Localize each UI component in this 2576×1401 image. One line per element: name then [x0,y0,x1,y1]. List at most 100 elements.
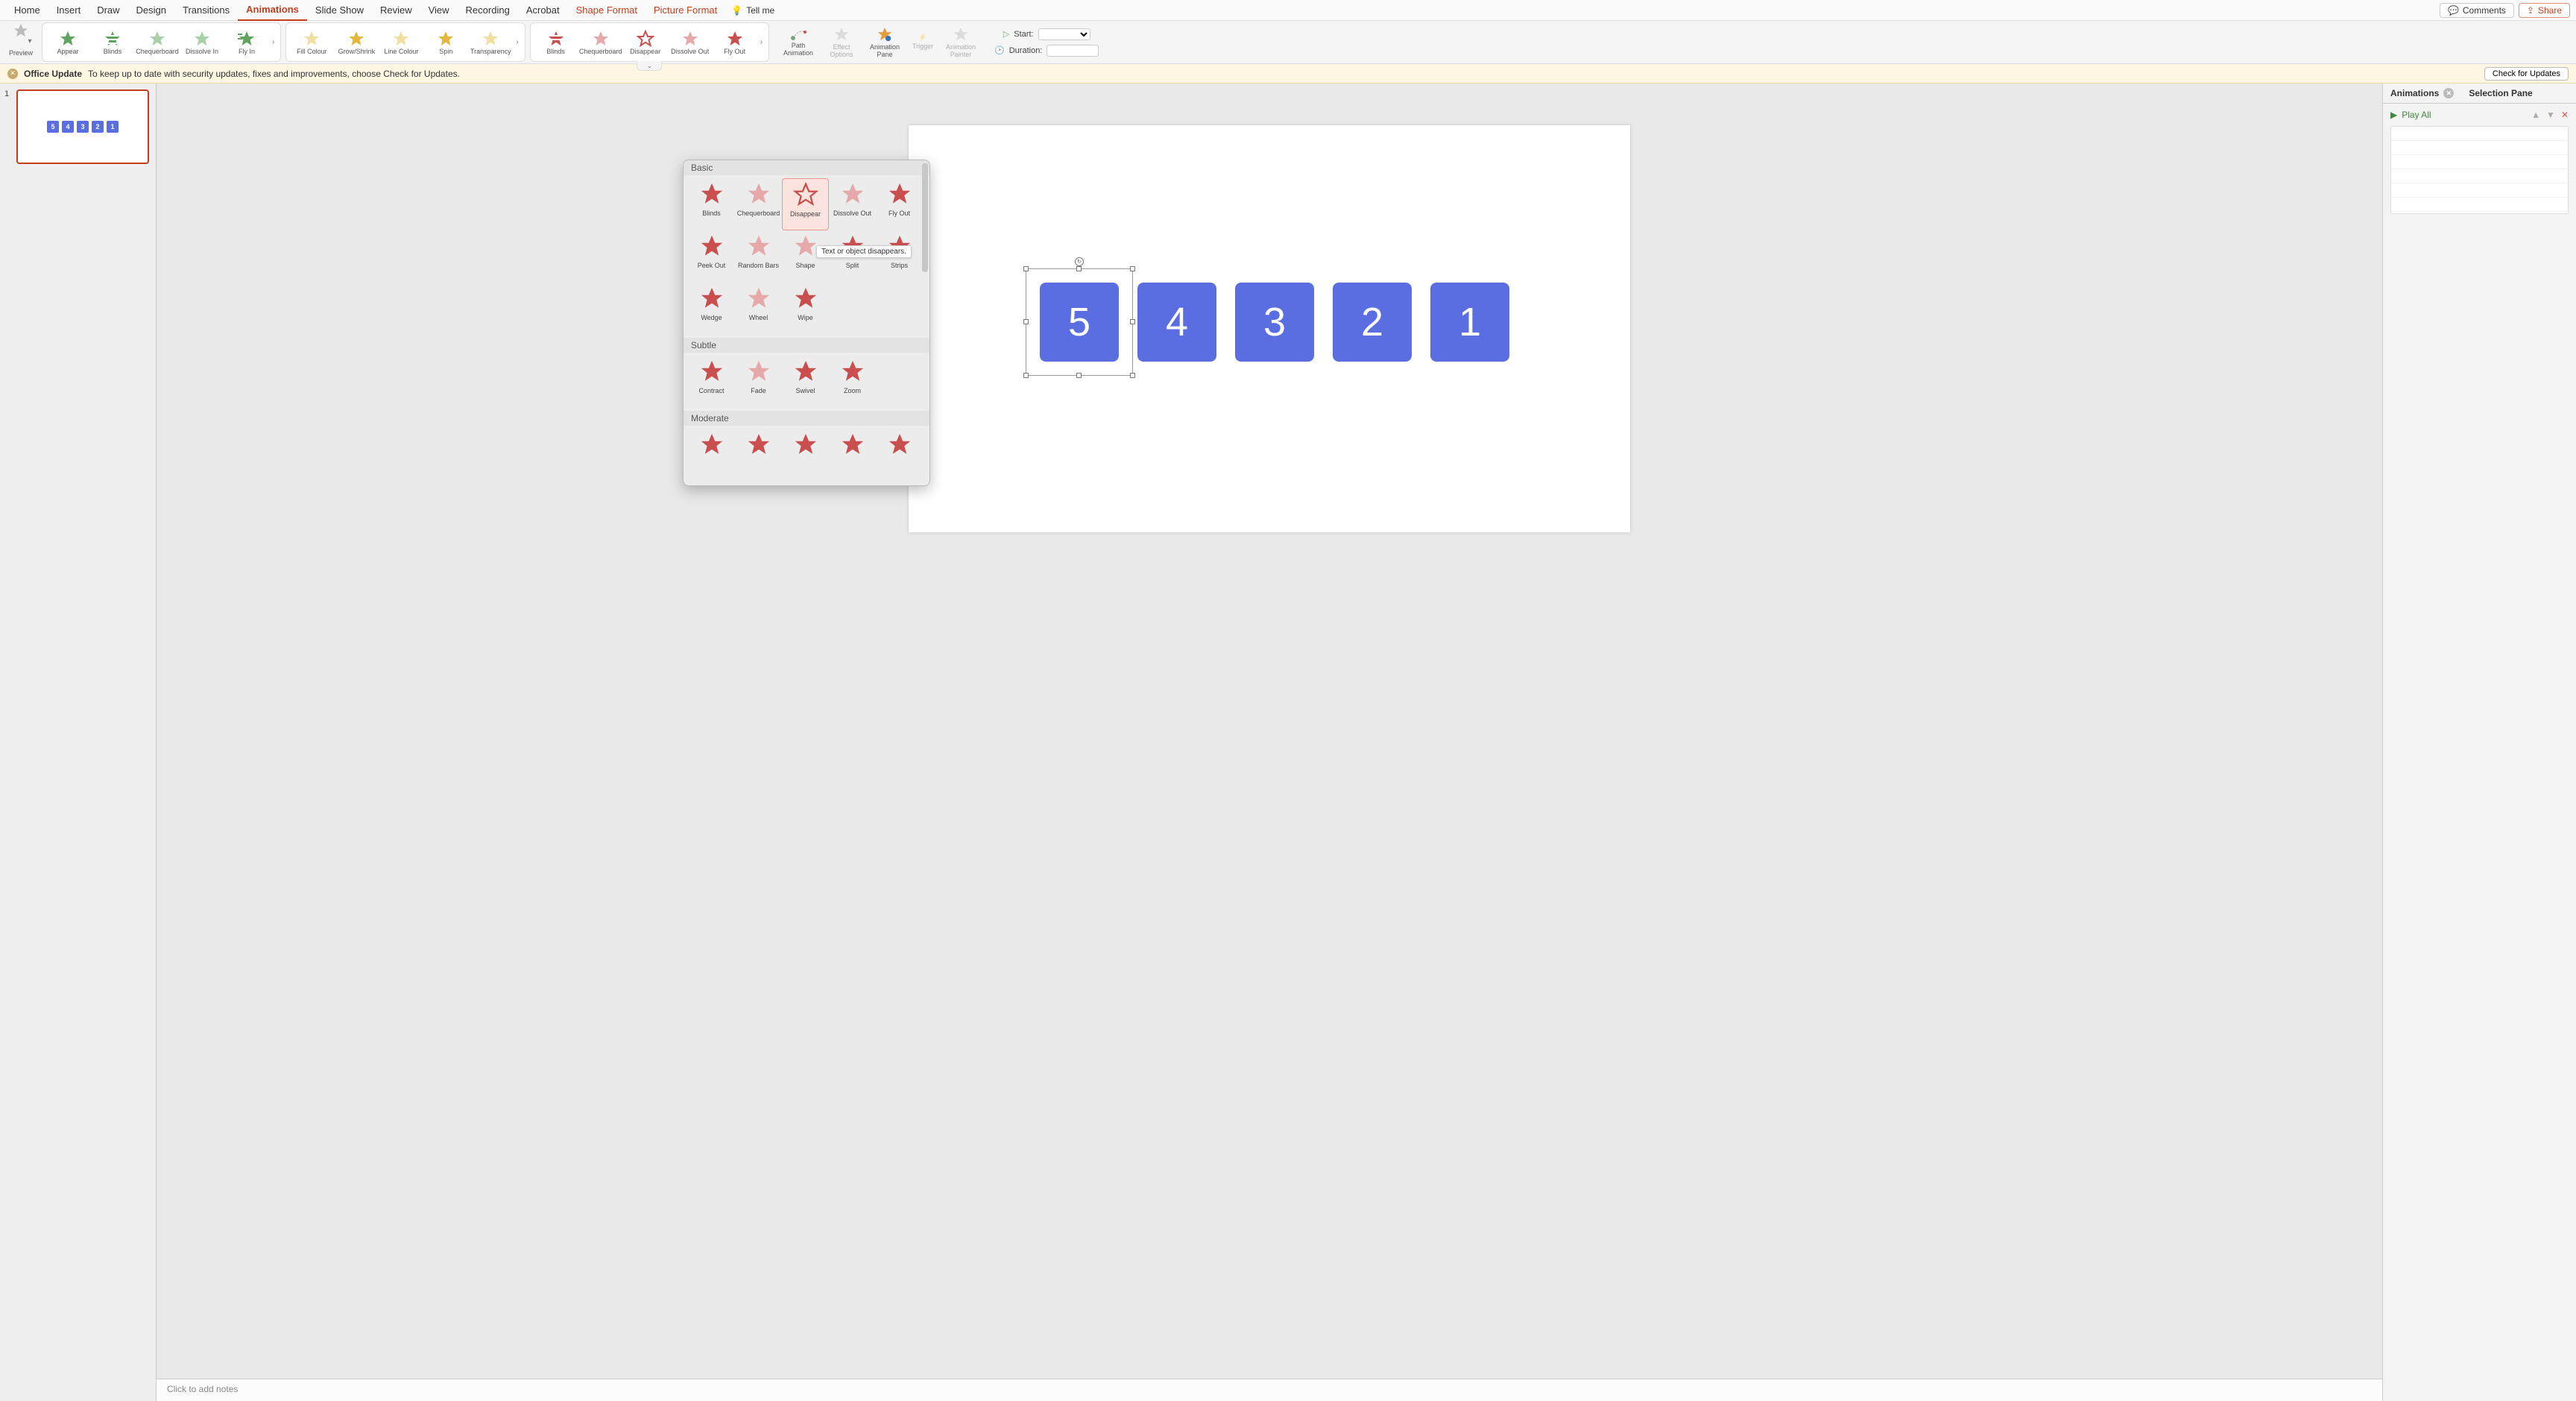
delete-icon[interactable]: ✕ [2561,110,2569,120]
star-icon [953,26,969,42]
effect-item[interactable] [688,429,735,467]
exit-disappear[interactable]: Disappear [625,30,666,55]
play-icon[interactable]: ▶ [2390,110,2397,120]
path-animation-button[interactable]: Path Animation [778,28,818,57]
effect-item[interactable] [782,429,829,467]
star-icon [148,30,166,48]
move-up-icon[interactable]: ▲ [2531,110,2540,120]
emphasis-transparency[interactable]: Transparency [470,30,511,55]
tab-acrobat[interactable]: Acrobat [518,0,568,20]
gallery-more-icon[interactable]: › [514,38,520,46]
shape-box-2[interactable]: 2 [1333,283,1412,362]
effect-random-bars[interactable]: Random Bars [735,230,782,283]
exit-chequerboard[interactable]: Chequerboard [580,30,622,55]
tab-picture-format[interactable]: Picture Format [645,0,725,20]
resize-handle[interactable] [1023,319,1029,324]
animation-list[interactable] [2390,126,2569,214]
effect-blinds[interactable]: Blinds [688,178,735,230]
effect-dissolve-out[interactable]: Dissolve Out [829,178,876,230]
tab-transitions[interactable]: Transitions [174,0,238,20]
resize-handle[interactable] [1076,266,1082,271]
effect-fly-out[interactable]: Fly Out [876,178,923,230]
entrance-blinds[interactable]: Blinds [92,30,133,55]
mini-box: 5 [47,121,59,133]
main-area: 1 5 4 3 2 1 ↻ [0,84,2576,1401]
effect-wheel[interactable]: Wheel [735,283,782,335]
play-all-row: ▶ Play All ▲ ▼ ✕ [2383,104,2576,126]
shape-box-3[interactable]: 3 [1235,283,1314,362]
tab-home[interactable]: Home [6,0,48,20]
thumb-index: 1 [4,89,13,164]
effect-item[interactable] [735,429,782,467]
rotate-handle[interactable]: ↻ [1075,257,1084,266]
effect-zoom[interactable]: Zoom [829,356,876,408]
trigger-button[interactable]: ⚡ Trigger [908,34,938,51]
effect-item[interactable] [876,429,923,467]
emphasis-fill-colour[interactable]: Fill Colour [291,30,332,55]
tab-view[interactable]: View [420,0,458,20]
tab-animations[interactable]: Animations [238,0,307,21]
resize-handle[interactable] [1130,373,1135,378]
gallery-more-icon[interactable]: › [271,38,276,46]
tab-shape-format[interactable]: Shape Format [568,0,645,20]
animation-pane-button[interactable]: Animation Pane [865,26,905,59]
exit-blinds[interactable]: Blinds [535,30,577,55]
gallery-more-icon[interactable]: › [759,38,764,46]
effect-item[interactable] [829,429,876,467]
start-select[interactable] [1038,28,1090,40]
emphasis-spin[interactable]: Spin [425,30,467,55]
shape-box-5[interactable]: 5 [1040,283,1119,362]
scrollbar[interactable] [922,163,928,482]
effect-wipe[interactable]: Wipe [782,283,829,335]
animation-painter-button[interactable]: Animation Painter [941,26,981,59]
exit-fly-out[interactable]: Fly Out [714,30,756,55]
effect-fade[interactable]: Fade [735,356,782,408]
resize-handle[interactable] [1130,266,1135,271]
tell-me[interactable]: 💡 Tell me [731,5,774,16]
comments-button[interactable]: 💬 Comments [2440,3,2514,18]
entrance-fly-in[interactable]: Fly In [226,30,268,55]
resize-handle[interactable] [1130,319,1135,324]
check-updates-button[interactable]: Check for Updates [2484,67,2569,81]
emphasis-grow-shrink[interactable]: Grow/Shrink [335,30,377,55]
gallery-expand-button[interactable]: ⌄ [637,61,662,71]
effect-options-button[interactable]: Effect Options [821,26,862,59]
slide[interactable]: ↻ 5 4 3 2 1 [909,125,1630,532]
play-all-label[interactable]: Play All [2402,110,2431,120]
effect-disappear[interactable]: Disappear [782,178,829,230]
entrance-appear[interactable]: Appear [47,30,89,55]
tab-draw[interactable]: Draw [89,0,127,20]
animations-pane-tab[interactable]: Animations ✕ [2383,84,2461,103]
entrance-gallery: Appear Blinds Chequerboard Dissolve In F… [42,22,281,62]
tell-me-label: Tell me [746,5,774,16]
notes-area[interactable]: Click to add notes [157,1379,2382,1401]
resize-handle[interactable] [1023,373,1029,378]
resize-handle[interactable] [1076,373,1082,378]
effect-peek-out[interactable]: Peek Out [688,230,735,283]
entrance-chequerboard[interactable]: Chequerboard [136,30,178,55]
move-down-icon[interactable]: ▼ [2546,110,2555,120]
share-button[interactable]: ⇪ Share [2519,3,2570,18]
tab-review[interactable]: Review [372,0,420,20]
shape-box-1[interactable]: 1 [1430,283,1509,362]
effect-wedge[interactable]: Wedge [688,283,735,335]
emphasis-line-colour[interactable]: Line Colour [380,30,422,55]
entrance-dissolve-in[interactable]: Dissolve In [181,30,223,55]
effect-contract[interactable]: Contract [688,356,735,408]
selection-pane-tab[interactable]: Selection Pane [2461,84,2539,103]
tab-recording[interactable]: Recording [458,0,518,20]
duration-input[interactable] [1046,45,1099,57]
shape-box-4[interactable]: 4 [1137,283,1216,362]
tab-slide-show[interactable]: Slide Show [307,0,372,20]
effect-swivel[interactable]: Swivel [782,356,829,408]
tab-design[interactable]: Design [128,0,174,20]
ribbon: ▾ Preview Appear Blinds Chequerboard Dis… [0,21,2576,64]
preview-button[interactable]: ▾ Preview [4,22,37,62]
close-icon[interactable]: ✕ [2443,88,2454,98]
slide-thumbnail-1[interactable]: 5 4 3 2 1 [16,89,149,164]
exit-dissolve-out[interactable]: Dissolve Out [669,30,711,55]
resize-handle[interactable] [1023,266,1029,271]
effect-chequerboard[interactable]: Chequerboard [735,178,782,230]
close-icon[interactable]: ✕ [7,69,18,79]
tab-insert[interactable]: Insert [48,0,89,20]
